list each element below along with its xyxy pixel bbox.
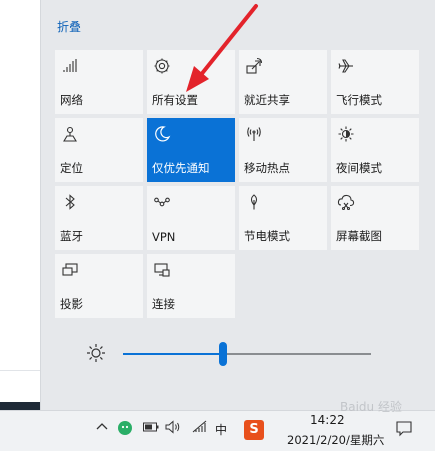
sogou-icon[interactable]: S (244, 420, 264, 440)
tile-label: 节电模式 (244, 229, 290, 243)
tile-label: 网络 (60, 93, 83, 107)
gear-icon (153, 57, 171, 75)
network-icon (61, 57, 79, 75)
nearby-share-icon (245, 57, 263, 75)
tile-connect[interactable]: 连接 (147, 254, 235, 318)
taskbar: 中 S 14:22 2021/2/20/星期六 (0, 410, 435, 451)
tile-label: 连接 (152, 297, 175, 311)
tile-label: 就近共享 (244, 93, 290, 107)
tile-label: 蓝牙 (60, 229, 83, 243)
tile-night-light[interactable]: 夜间模式 (331, 118, 419, 182)
brightness-sun-icon (85, 342, 107, 364)
tile-label: 所有设置 (152, 93, 198, 107)
battery-saver-icon (245, 193, 263, 211)
vpn-icon (153, 193, 171, 211)
tile-all-settings[interactable]: 所有设置 (147, 50, 235, 114)
collapse-link[interactable]: 折叠 (57, 18, 81, 35)
airplane-icon (337, 57, 355, 75)
watermark: Baidu 经验 (340, 400, 402, 414)
night-light-icon (337, 125, 355, 143)
slider-thumb[interactable] (219, 342, 227, 366)
tile-label: 定位 (60, 161, 83, 175)
tile-project[interactable]: 投影 (55, 254, 143, 318)
divider (0, 370, 40, 371)
hotspot-icon (245, 125, 263, 143)
tile-screen-snip[interactable]: 屏幕截图 (331, 186, 419, 250)
clock-date[interactable]: 2021/2/20/星期六 (287, 432, 384, 448)
location-icon (61, 125, 79, 143)
slider-track-filled (123, 353, 223, 355)
ime-indicator[interactable]: 中 (215, 421, 227, 438)
moon-icon (153, 125, 171, 143)
slider-track-empty (227, 353, 371, 355)
tile-airplane-mode[interactable]: 飞行模式 (331, 50, 419, 114)
tile-location[interactable]: 定位 (55, 118, 143, 182)
battery-icon[interactable] (143, 421, 159, 436)
tile-label: 飞行模式 (336, 93, 382, 107)
tile-mobile-hotspot[interactable]: 移动热点 (239, 118, 327, 182)
bluetooth-icon (61, 193, 79, 211)
screen-snip-icon (337, 193, 355, 211)
background-window (0, 0, 41, 410)
tile-network[interactable]: 网络 (55, 50, 143, 114)
tile-label: 投影 (60, 297, 83, 311)
tile-label: 屏幕截图 (336, 229, 382, 243)
chevron-up-icon[interactable] (96, 421, 108, 436)
wifi-icon[interactable] (192, 420, 208, 437)
tile-bluetooth[interactable]: 蓝牙 (55, 186, 143, 250)
volume-icon[interactable] (165, 420, 183, 437)
tile-nearby-share[interactable]: 就近共享 (239, 50, 327, 114)
tile-vpn[interactable]: VPN (147, 186, 235, 250)
clock-time[interactable]: 14:22 (310, 413, 345, 427)
tile-battery-saver[interactable]: 节电模式 (239, 186, 327, 250)
brightness-slider[interactable] (81, 338, 381, 368)
tile-label: 仅优先通知 (152, 161, 210, 175)
action-center-panel: 折叠 网络 所有设置 就近共享 飞行模式 定位 仅优先通知 移动热点 夜间模式 … (41, 0, 435, 410)
wechat-icon[interactable] (116, 419, 134, 440)
tile-focus-assist[interactable]: 仅优先通知 (147, 118, 235, 182)
tile-label: 移动热点 (244, 161, 290, 175)
project-icon (61, 261, 79, 279)
tile-label: VPN (152, 230, 176, 244)
notification-center-icon[interactable] (395, 420, 413, 438)
tile-label: 夜间模式 (336, 161, 382, 175)
background-strip (0, 402, 40, 410)
connect-icon (153, 261, 171, 279)
